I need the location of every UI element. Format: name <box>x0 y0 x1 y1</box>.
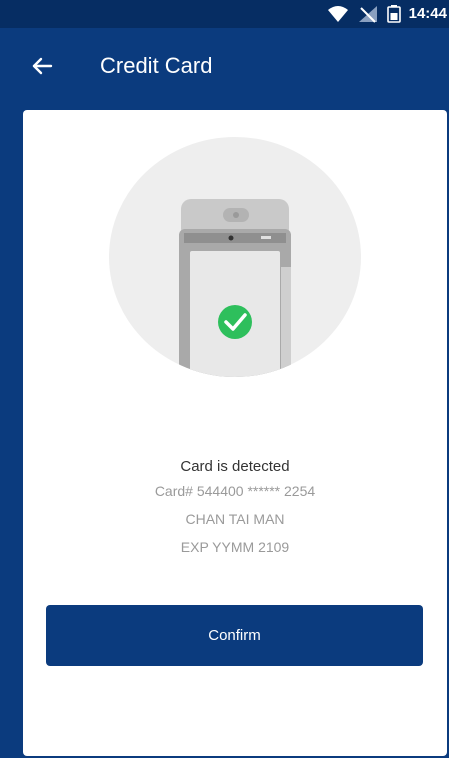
card-terminal-illustration <box>109 137 361 377</box>
card-expiry: EXP YYMM 2109 <box>180 539 290 555</box>
arrow-left-icon[interactable] <box>29 52 57 80</box>
status-bar: 14:44 <box>0 0 449 28</box>
no-signal-icon <box>357 5 379 23</box>
card-holder-name: CHAN TAI MAN <box>185 511 285 527</box>
status-time: 14:44 <box>408 5 447 22</box>
detected-message: Card is detected <box>180 458 290 475</box>
card-info: Card is detected Card# 544400 ****** 225… <box>23 457 447 565</box>
card-panel: Card is detected Card# 544400 ****** 225… <box>23 110 447 756</box>
check-circle-icon <box>218 305 252 339</box>
battery-icon <box>386 5 401 23</box>
status-icons: 14:44 <box>327 4 447 24</box>
confirm-button[interactable]: Confirm <box>46 605 423 666</box>
wifi-icon <box>327 5 349 23</box>
app-bar: Credit Card <box>0 28 449 106</box>
card-number: Card# 544400 ****** 2254 <box>154 483 316 499</box>
page-title: Credit Card <box>100 53 213 78</box>
